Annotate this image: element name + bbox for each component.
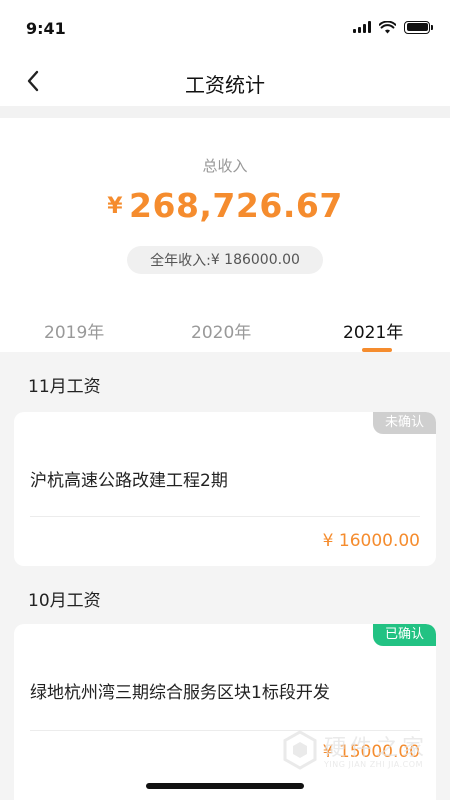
cellular-signal-icon xyxy=(353,21,371,33)
watermark-subtext: YING JIAN ZHI JIA.COM xyxy=(324,760,423,769)
status-icons xyxy=(353,20,433,34)
page-title: 工资统计 xyxy=(185,73,265,97)
month-title-october: 10月工资 xyxy=(28,591,101,611)
year-tabs: 2019年 2020年 2021年 xyxy=(0,314,450,352)
status-bar: 9:41 xyxy=(0,0,450,56)
total-income-amount: ¥268,726.67 xyxy=(0,186,450,225)
battery-icon xyxy=(404,20,433,34)
wifi-icon xyxy=(379,20,396,33)
month-title-november: 11月工资 xyxy=(28,377,101,397)
salary-amount: ¥ 16000.00 xyxy=(322,531,420,551)
divider-strip xyxy=(0,106,450,118)
tab-2021[interactable]: 2021年 xyxy=(343,318,403,343)
status-badge-confirmed: 已确认 xyxy=(372,624,436,646)
total-income-value: 268,726.67 xyxy=(129,186,343,225)
annual-income-chip: 全年收入: ¥ 186000.00 xyxy=(127,246,323,274)
home-indicator xyxy=(146,783,304,789)
tab-2019[interactable]: 2019年 xyxy=(44,318,104,343)
income-summary: 总收入 ¥268,726.67 全年收入: ¥ 186000.00 2019年 2… xyxy=(0,118,450,352)
annual-income-value: ¥ 186000.00 xyxy=(210,252,300,268)
cube-logo-icon xyxy=(283,730,317,770)
status-time: 9:41 xyxy=(26,19,66,38)
project-name: 沪杭高速公路改建工程2期 xyxy=(30,471,228,491)
currency-symbol: ¥ xyxy=(107,194,124,219)
salary-card-november[interactable]: 未确认 沪杭高速公路改建工程2期 ¥ 16000.00 xyxy=(14,412,436,566)
total-income-label: 总收入 xyxy=(202,157,248,175)
project-name: 绿地杭州湾三期综合服务区块1标段开发 xyxy=(30,683,330,703)
active-tab-indicator xyxy=(362,348,392,352)
tab-2020[interactable]: 2020年 xyxy=(191,318,251,343)
annual-income-label: 全年收入: xyxy=(150,253,211,269)
watermark-text: 硬件之家 xyxy=(324,736,429,761)
site-watermark: 硬件之家 YING JIAN ZHI JIA.COM xyxy=(282,728,432,776)
nav-bar: 工资统计 xyxy=(0,56,450,106)
card-divider xyxy=(30,516,420,517)
status-badge-unconfirmed: 未确认 xyxy=(372,412,436,434)
